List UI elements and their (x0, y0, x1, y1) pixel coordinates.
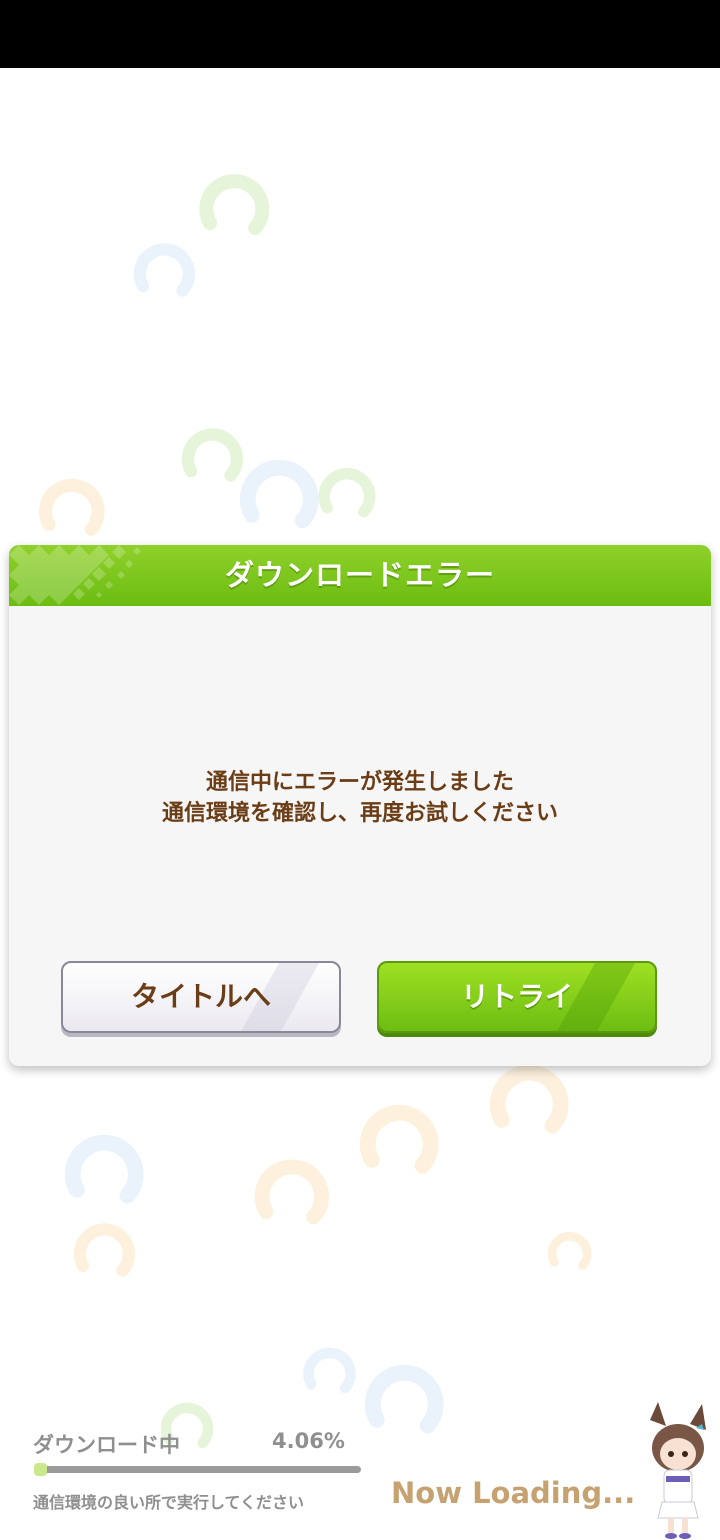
to-title-button-label: タイトルへ (130, 980, 271, 1013)
dialog-header: ダウンロードエラー (9, 545, 711, 606)
retry-button[interactable]: リトライ (377, 961, 657, 1033)
now-loading-text: Now Loading... (391, 1476, 636, 1510)
error-message-line-1: 通信中にエラーが発生しました (205, 770, 514, 795)
horseshoe-icon (359, 1104, 439, 1174)
horseshoe-icon (547, 1231, 592, 1270)
horseshoe-icon (254, 1159, 329, 1225)
dialog-title: ダウンロードエラー (224, 558, 495, 592)
horseshoe-icon (489, 1064, 569, 1134)
download-progress-fill (34, 1463, 48, 1476)
mascot-character-icon (650, 1402, 706, 1539)
download-percent: 4.06% (272, 1429, 345, 1453)
download-progress-bar (34, 1463, 361, 1476)
download-error-dialog: ダウンロードエラー 通信中にエラーが発生しました 通信環境を確認し、再度お試しく… (9, 545, 711, 1066)
status-bar (0, 0, 720, 68)
error-message: 通信中にエラーが発生しました 通信環境を確認し、再度お試しください (9, 767, 711, 829)
horseshoe-icon (239, 459, 319, 529)
horseshoe-icon (364, 1364, 444, 1434)
retry-button-label: リトライ (460, 980, 573, 1013)
horseshoe-icon (39, 478, 105, 536)
error-message-line-2: 通信環境を確認し、再度お試しください (161, 801, 558, 826)
horseshoe-icon (64, 1134, 144, 1204)
horseshoe-icon (199, 174, 270, 235)
to-title-button[interactable]: タイトルへ (61, 961, 341, 1033)
network-hint: 通信環境の良い所で実行してください (33, 1493, 305, 1512)
horseshoe-icon (133, 243, 195, 297)
horseshoe-icon (318, 468, 376, 518)
horseshoe-icon (303, 1347, 356, 1394)
horseshoe-icon (73, 1223, 135, 1277)
download-status-label: ダウンロード中 (33, 1433, 180, 1457)
